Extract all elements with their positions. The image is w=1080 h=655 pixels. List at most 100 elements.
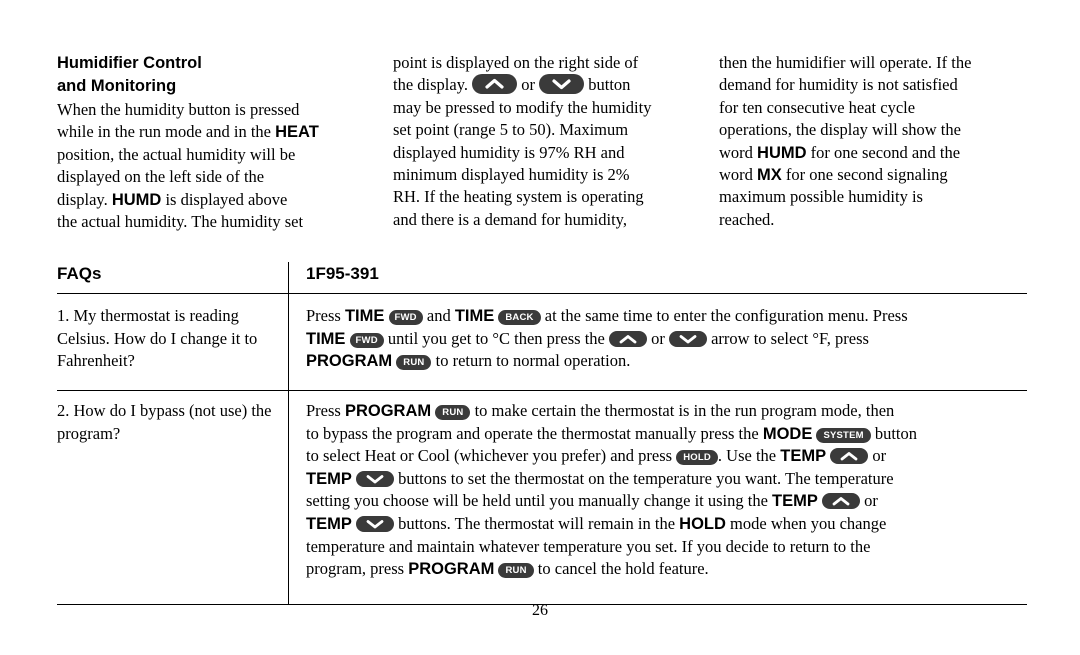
down-arrow-button-icon (355, 470, 394, 487)
manual-page: Humidifier Control and Monitoring When t… (0, 0, 1080, 655)
answer-text: at the same time to enter the configurat… (540, 306, 908, 325)
answer-text: to return to normal operation. (431, 351, 631, 371)
keyword-mx: MX (757, 166, 782, 185)
body-text: button (588, 75, 631, 95)
run-key-icon: RUN (435, 405, 471, 420)
answer-line: TIME FWD until you get to °C then press … (306, 328, 1027, 351)
answer-text: or (646, 328, 669, 348)
label-temp: TEMP (772, 492, 818, 511)
label-time: TIME (344, 307, 385, 325)
body-text: for one second signaling (781, 165, 948, 185)
faq-question: 1. My thermostat is reading Celsius. How… (57, 305, 288, 373)
answer-line: Press PROGRAM RUN to make certain the th… (306, 400, 1027, 423)
body-line: and there is a demand for humidity, (393, 209, 627, 229)
up-arrow-button-icon (608, 330, 647, 347)
label-hold: HOLD (679, 514, 726, 533)
table-row: 1. My thermostat is reading Celsius. How… (57, 305, 1027, 373)
answer-line: PROGRAM RUN to return to normal operatio… (306, 350, 1027, 373)
answer-line: TEMP buttons. The thermostat will remain… (306, 513, 1027, 536)
answer-text: Press (306, 401, 345, 420)
column-three-body: then the humidifier will operate. If the… (719, 52, 1027, 231)
faq-table-header: FAQs 1F95-391 (57, 262, 1027, 296)
answer-text: Press (306, 306, 345, 325)
faq-answer: Press PROGRAM RUN to make certain the th… (288, 400, 1027, 581)
run-key-icon: RUN (498, 563, 534, 579)
body-line: displayed on the left side of the (57, 167, 265, 187)
keyword-humd: HUMD (757, 143, 807, 162)
body-text: is displayed above (161, 189, 288, 209)
body-text: word (719, 142, 758, 162)
answer-text: buttons. The thermostat will remain in t… (393, 513, 680, 533)
answer-text: and (422, 306, 455, 325)
label-program: PROGRAM (344, 402, 432, 420)
body-text: the display. (393, 75, 468, 95)
up-arrow-button-icon (472, 74, 518, 95)
answer-line: program, press PROGRAM RUN to cancel the… (306, 558, 1027, 581)
label-time: TIME (306, 329, 346, 348)
system-key-icon: SYSTEM (816, 427, 871, 443)
column-one: Humidifier Control and Monitoring When t… (57, 52, 393, 233)
body-text: display. (57, 189, 112, 209)
label-program: PROGRAM (306, 352, 393, 371)
down-arrow-button-icon (355, 515, 394, 532)
answer-text: arrow to select °F, press (706, 328, 869, 348)
answer-text: setting you choose will be held until yo… (306, 491, 773, 511)
question-line: 1. My thermostat is reading (57, 306, 239, 325)
answer-text: to select Heat or Cool (whichever you pr… (306, 446, 677, 466)
body-line: operations, the display will show the (719, 120, 961, 140)
section-heading-line-1: Humidifier Control (57, 54, 202, 72)
body-line: demand for humidity is not satisfied (719, 75, 958, 95)
body-text: for one second and the (806, 142, 961, 162)
page-number: 26 (532, 602, 548, 619)
table-rule-middle (57, 390, 1027, 392)
answer-line: setting you choose will be held until yo… (306, 490, 1027, 513)
section-heading: Humidifier Control and Monitoring (57, 52, 393, 98)
faq-table: FAQs 1F95-391 1. My thermostat is readin… (57, 262, 1027, 606)
faq-header-label: FAQs (57, 264, 102, 283)
answer-text: until you get to °C then press the (383, 328, 609, 348)
hold-key-icon: HOLD (676, 450, 718, 466)
body-line: then the humidifier will operate. If the (719, 53, 972, 72)
answer-line: temperature and maintain whatever temper… (306, 536, 871, 556)
answer-text: or (860, 491, 878, 511)
body-line: When the humidity button is pressed (57, 100, 300, 119)
answer-text: to cancel the hold feature. (533, 559, 709, 579)
up-arrow-button-icon (830, 448, 869, 465)
answer-text: buttons to set the thermostat on the tem… (393, 468, 894, 488)
three-column-section: Humidifier Control and Monitoring When t… (57, 52, 1027, 233)
body-line: word MX for one second signaling (719, 164, 1027, 186)
label-temp: TEMP (780, 447, 827, 466)
keyword-heat: HEAT (275, 123, 319, 142)
body-line: displayed humidity is 97% RH and (393, 142, 625, 162)
faq-question: 2. How do I bypass (not use) the program… (57, 400, 288, 581)
answer-text: to make certain the thermostat is in the… (470, 401, 895, 420)
column-three: then the humidifier will operate. If the… (719, 52, 1027, 233)
column-one-body: When the humidity button is pressed whil… (57, 99, 393, 233)
label-temp: TEMP (306, 469, 352, 488)
answer-text: to bypass the program and operate the th… (306, 423, 763, 443)
keyword-humd: HUMD (111, 190, 162, 209)
run-key-icon: RUN (396, 355, 432, 371)
answer-line: TEMP buttons to set the thermostat on th… (306, 468, 1027, 491)
section-heading-line-2: and Monitoring (57, 77, 177, 95)
label-mode: MODE (762, 424, 813, 443)
body-text: while in the run mode and in the (57, 122, 276, 142)
question-line: Celsius. How do I change it (57, 328, 241, 348)
table-row: 2. How do I bypass (not use) the program… (57, 400, 1027, 581)
column-two-body: point is displayed on the right side of … (393, 52, 719, 231)
up-arrow-button-icon (822, 493, 861, 510)
fwd-key-icon: FWD (388, 310, 423, 325)
body-line: for ten consecutive heat cycle (719, 97, 916, 117)
answer-text: . Use the (717, 446, 781, 466)
body-line: the actual humidity. The humidity set (57, 212, 304, 232)
column-two: point is displayed on the right side of … (393, 52, 719, 233)
table-rule-top (57, 293, 1027, 295)
answer-line: to bypass the program and operate the th… (306, 423, 1027, 446)
question-line: 2. How do I bypass (not (57, 401, 216, 420)
answer-text: mode when you change (725, 513, 887, 533)
body-line: set point (range 5 to 50). Maximum (393, 120, 629, 140)
body-line: display. HUMD is displayed above (57, 189, 393, 211)
body-line: RH. If the heating system is operating (393, 187, 644, 207)
label-temp: TEMP (306, 514, 352, 533)
body-text: word (719, 165, 758, 185)
